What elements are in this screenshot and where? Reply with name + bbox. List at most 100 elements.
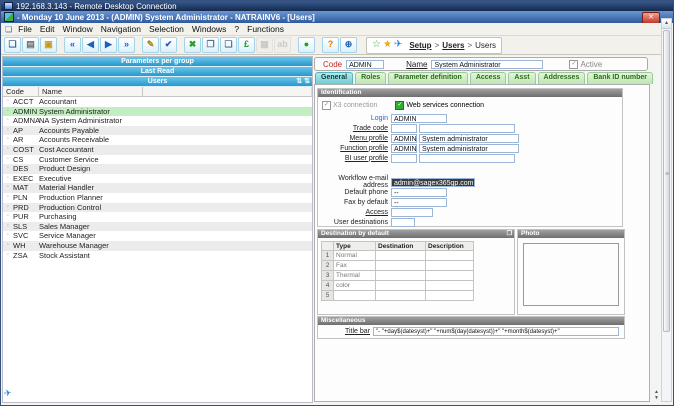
list-item-cost[interactable]: ◦COSTCost Accountant xyxy=(3,145,312,155)
menu-item-window[interactable]: Window xyxy=(59,24,97,34)
destination-row-3[interactable]: 3Thermal xyxy=(321,271,474,281)
list-item-admin[interactable]: ◦ADMINSystem Administrator xyxy=(3,107,312,117)
breadcrumb-setup-0[interactable]: Setup xyxy=(409,41,431,50)
menu-item-functions[interactable]: Functions xyxy=(243,24,288,34)
scroll-down-icon[interactable]: ▼ xyxy=(654,395,659,401)
tab-parameter-definition[interactable]: Parameter definition xyxy=(388,72,468,84)
refresh-icon[interactable]: ● xyxy=(298,37,315,53)
copy-icon[interactable]: ❐ xyxy=(202,37,219,53)
name-label[interactable]: Name xyxy=(406,60,427,69)
list-item-pur[interactable]: ◦PURPurchasing xyxy=(3,212,312,222)
paste-icon[interactable]: ❑ xyxy=(220,37,237,53)
field-login-0[interactable]: ADMIN xyxy=(391,114,447,123)
dest-destination-cell[interactable] xyxy=(376,291,426,301)
destination-row-4[interactable]: 4color xyxy=(321,281,474,291)
dest-description-cell[interactable] xyxy=(426,261,474,271)
field-access-0[interactable] xyxy=(391,208,433,217)
previous-record-icon[interactable]: ◀ xyxy=(82,37,99,53)
label-bi-user-profile[interactable]: BI user profile xyxy=(318,155,391,162)
validate-icon[interactable]: ✔ xyxy=(160,37,177,53)
label-function-profile[interactable]: Function profile xyxy=(318,145,391,152)
dest-description-cell[interactable] xyxy=(426,251,474,261)
menu-item-item[interactable]: ? xyxy=(230,24,243,34)
list-item-acct[interactable]: ◦ACCTAccountant xyxy=(3,97,312,107)
label-trade-code[interactable]: Trade code xyxy=(318,125,391,132)
dest-description-cell[interactable] xyxy=(426,271,474,281)
field-menu-profile-0[interactable]: ADMIN xyxy=(391,134,417,143)
web-icon[interactable]: ⊕ xyxy=(340,37,357,53)
next-record-icon[interactable]: ▶ xyxy=(100,37,117,53)
section-bar-last-read[interactable]: Last Read xyxy=(3,67,312,77)
navigate-icon[interactable]: ✈ xyxy=(394,38,402,52)
dest-destination-cell[interactable] xyxy=(376,281,426,291)
list-item-ar[interactable]: ◦ARAccounts Receivable xyxy=(3,135,312,145)
list-item-zsa[interactable]: ◦ZSAStock Assistant xyxy=(3,251,312,261)
title-bar-field[interactable]: "- "+day$(datesyst)+" "+num$(day(datesys… xyxy=(373,327,619,336)
dest-destination-cell[interactable] xyxy=(376,271,426,281)
label-menu-profile[interactable]: Menu profile xyxy=(318,135,391,142)
field-user-destinations-0[interactable] xyxy=(391,218,415,227)
list-item-wh[interactable]: ◦WHWarehouse Manager xyxy=(3,241,312,251)
list-item-mat[interactable]: ◦MATMaterial Handler xyxy=(3,183,312,193)
corner-scroll-arrows[interactable]: ▲ ▼ xyxy=(654,389,659,401)
field-fax-by-default-0[interactable]: -- xyxy=(391,198,447,207)
vertical-scrollbar[interactable]: ▴ xyxy=(661,18,672,402)
section-bar-parameters-per-group[interactable]: Parameters per group xyxy=(3,57,312,67)
dest-type-cell[interactable]: Thermal xyxy=(334,271,376,281)
sort-descending-icon[interactable]: ⇅ xyxy=(304,77,310,86)
dest-type-cell[interactable] xyxy=(334,291,376,301)
currency-icon[interactable]: £ xyxy=(238,37,255,53)
scrollbar-thumb[interactable] xyxy=(663,30,670,332)
field-workflow-e-mail-address-0[interactable]: admin@sagex365gp.com xyxy=(391,178,475,187)
scrollbar-top-button[interactable]: ▴ xyxy=(662,19,671,29)
column-header-name[interactable]: Name xyxy=(39,87,143,96)
destination-row-5[interactable]: 5 xyxy=(321,291,474,301)
dest-destination-cell[interactable] xyxy=(376,251,426,261)
star-outline-icon[interactable]: ☆ xyxy=(372,38,381,52)
detach-grid-icon[interactable]: ❐ xyxy=(507,230,512,238)
list-item-ap[interactable]: ◦APAccounts Payable xyxy=(3,126,312,136)
breadcrumb-users-1[interactable]: Users xyxy=(442,41,464,50)
menu-item-windows[interactable]: Windows xyxy=(188,24,230,34)
tab-general[interactable]: General xyxy=(315,72,353,84)
delete-icon[interactable]: ✖ xyxy=(184,37,201,53)
menu-item-edit[interactable]: Edit xyxy=(36,24,59,34)
new-record-icon[interactable]: ❏ xyxy=(4,37,21,53)
column-header-code[interactable]: Code xyxy=(3,87,39,96)
code-field[interactable]: ADMIN xyxy=(346,60,384,69)
dest-type-cell[interactable]: Fax xyxy=(334,261,376,271)
field-function-profile-0[interactable]: ADMIN xyxy=(391,144,417,153)
list-item-pln[interactable]: ◦PLNProduction Planner xyxy=(3,193,312,203)
help-icon[interactable]: ? xyxy=(322,37,339,53)
list-item-des[interactable]: ◦DESProduct Design xyxy=(3,164,312,174)
list-item-cs[interactable]: ◦CSCustomer Service xyxy=(3,155,312,165)
print-icon[interactable]: ▤ xyxy=(22,37,39,53)
photo-frame[interactable] xyxy=(523,243,619,306)
tab-addresses[interactable]: Addresses xyxy=(538,72,586,84)
destination-row-2[interactable]: 2Fax xyxy=(321,261,474,271)
list-item-exec[interactable]: ◦EXECExecutive xyxy=(3,174,312,184)
field-bi-user-profile-0[interactable] xyxy=(391,154,417,163)
dest-type-cell[interactable]: Normal xyxy=(334,251,376,261)
tab-bank-id-number[interactable]: Bank ID number xyxy=(587,72,653,84)
name-field[interactable]: System Administrator xyxy=(431,60,543,69)
tab-roles[interactable]: Roles xyxy=(355,72,386,84)
field-trade-code-1[interactable] xyxy=(419,124,515,133)
destination-row-1[interactable]: 1Normal xyxy=(321,251,474,261)
field-trade-code-0[interactable] xyxy=(391,124,417,133)
section-bar-users[interactable]: Users ⇅ ⇅ xyxy=(3,77,312,87)
edit-icon[interactable]: ✎ xyxy=(142,37,159,53)
checkbox-web-services-connection[interactable]: ✓ xyxy=(395,101,404,110)
field-menu-profile-1[interactable]: System administrator xyxy=(419,134,519,143)
sort-ascending-icon[interactable]: ⇅ xyxy=(296,77,302,86)
list-item-sls[interactable]: ◦SLSSales Manager xyxy=(3,222,312,232)
dest-description-cell[interactable] xyxy=(426,291,474,301)
field-function-profile-1[interactable]: System administrator xyxy=(419,144,519,153)
tab-access[interactable]: Access xyxy=(470,72,507,84)
menu-item-navigation[interactable]: Navigation xyxy=(97,24,145,34)
field-default-phone-0[interactable]: -- xyxy=(391,188,447,197)
list-item-admna[interactable]: ◦ADMNANA System Administrator xyxy=(3,116,312,126)
list-item-prd[interactable]: ◦PRDProduction Control xyxy=(3,203,312,213)
app-titlebar[interactable]: - Monday 10 June 2013 - (ADMIN) System A… xyxy=(1,11,673,23)
dest-destination-cell[interactable] xyxy=(376,261,426,271)
